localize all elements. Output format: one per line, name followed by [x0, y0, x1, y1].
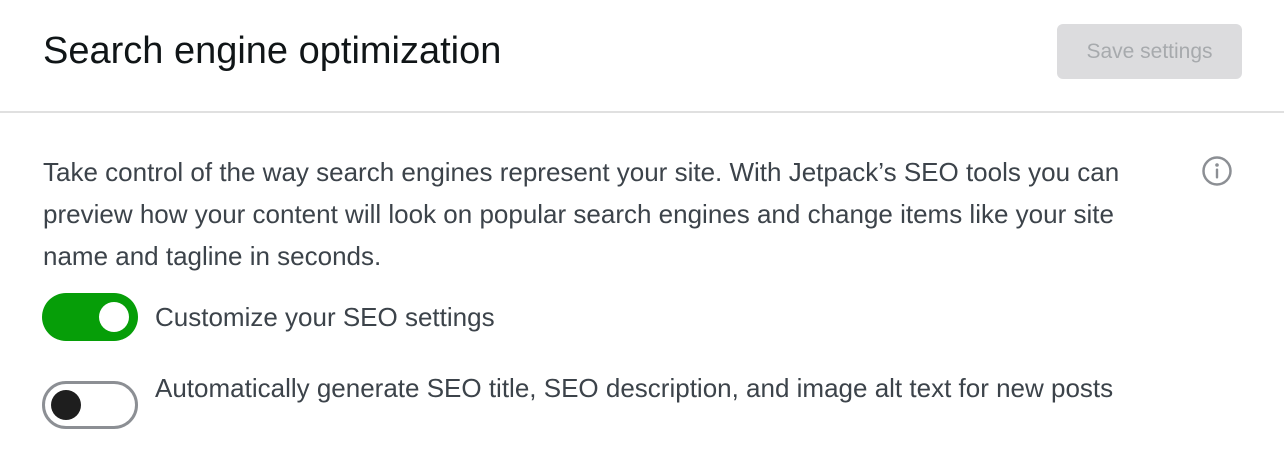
page-title: Search engine optimization — [43, 30, 502, 72]
auto-generate-seo-label: Automatically generate SEO title, SEO de… — [155, 373, 1114, 403]
toggle-knob — [99, 302, 129, 332]
info-icon[interactable] — [1201, 155, 1233, 187]
header: Search engine optimization Save settings — [0, 0, 1284, 113]
toggle-knob — [51, 390, 81, 420]
toggle-row-customize-seo: Customize your SEO settings — [42, 293, 1155, 341]
customize-seo-toggle[interactable] — [42, 293, 138, 341]
save-settings-button[interactable]: Save settings — [1057, 24, 1242, 79]
customize-seo-label: Customize your SEO settings — [155, 302, 495, 332]
toggle-row-auto-generate-seo: Automatically generate SEO title, SEO de… — [42, 373, 1155, 429]
seo-description: Take control of the way search engines r… — [43, 157, 1120, 271]
auto-generate-seo-toggle[interactable] — [42, 381, 138, 429]
